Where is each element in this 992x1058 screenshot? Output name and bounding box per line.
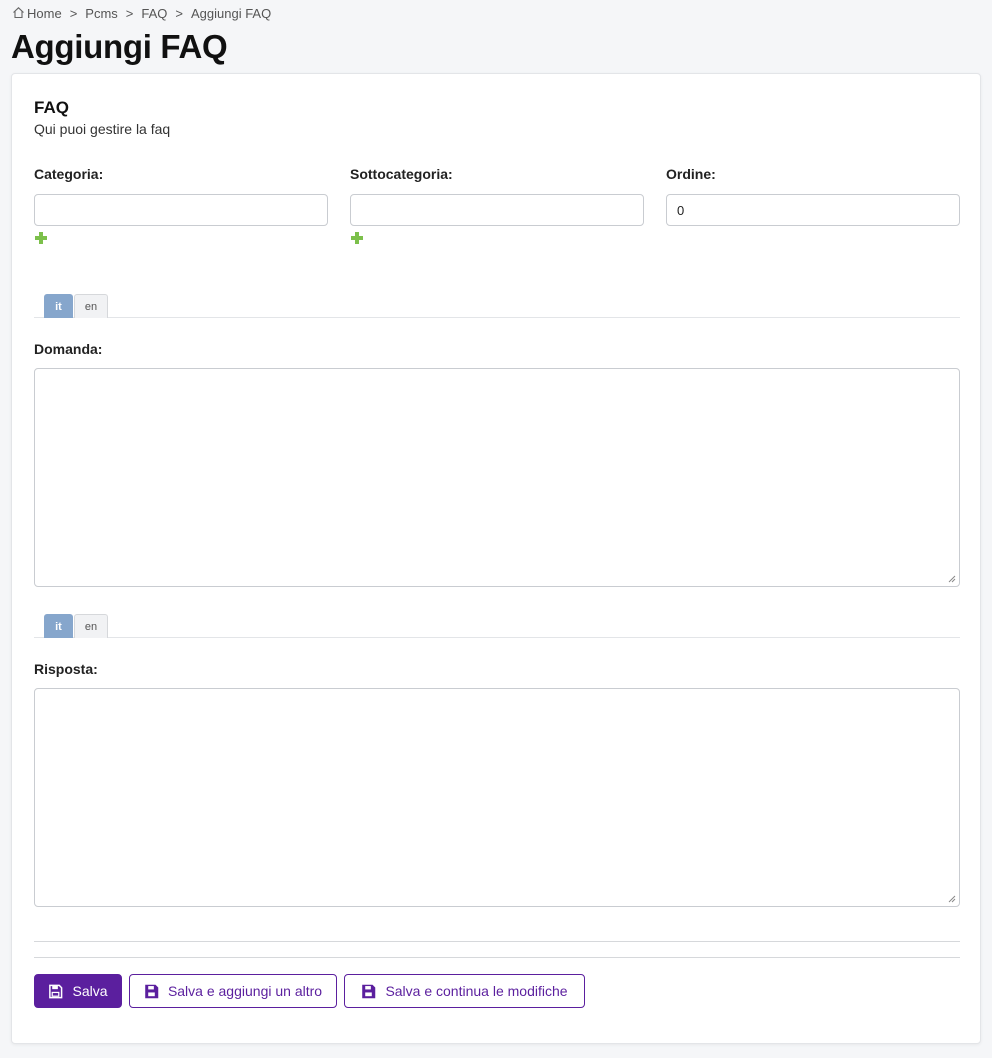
page-title: Aggiungi FAQ — [11, 28, 228, 65]
section-subtitle: Qui puoi gestire la faq — [34, 121, 171, 137]
risposta-language-tabs: it en — [34, 614, 960, 638]
breadcrumb: Home > Pcms > FAQ > Aggiungi FAQ — [12, 6, 271, 21]
divider — [34, 941, 960, 942]
floppy-disk-icon — [145, 984, 159, 998]
sottocategoria-input[interactable] — [350, 194, 644, 226]
save-button[interactable]: Salva — [34, 974, 122, 1008]
domanda-label: Domanda: — [34, 341, 103, 357]
ordine-label: Ordine: — [666, 166, 716, 182]
tab-en[interactable]: en — [74, 294, 108, 318]
ordine-input[interactable] — [666, 194, 960, 226]
resize-grip-icon[interactable] — [948, 895, 956, 903]
breadcrumb-home-label: Home — [27, 6, 62, 21]
add-categoria-plus-icon[interactable] — [35, 232, 47, 244]
save-and-continue-button[interactable]: Salva e continua le modifiche — [344, 974, 585, 1008]
breadcrumb-current: Aggiungi FAQ — [190, 6, 272, 21]
save-and-add-another-button[interactable]: Salva e aggiungi un altro — [129, 974, 337, 1008]
floppy-disk-icon — [362, 984, 376, 998]
divider — [34, 957, 960, 958]
save-button-label: Salva — [72, 983, 108, 999]
section-title: FAQ — [34, 98, 69, 117]
add-sottocategoria-plus-icon[interactable] — [351, 232, 363, 244]
home-icon — [13, 7, 24, 19]
breadcrumb-separator: > — [69, 6, 78, 21]
domanda-textarea[interactable] — [34, 368, 960, 587]
categoria-label: Categoria: — [34, 166, 104, 182]
tab-it[interactable]: it — [44, 294, 73, 318]
sottocategoria-label: Sottocategoria: — [350, 166, 453, 182]
risposta-label: Risposta: — [34, 661, 98, 677]
resize-grip-icon[interactable] — [948, 575, 956, 583]
save-and-add-another-label: Salva e aggiungi un altro — [167, 983, 323, 999]
breadcrumb-separator: > — [175, 6, 183, 21]
tab-it[interactable]: it — [44, 614, 73, 638]
risposta-textarea[interactable] — [34, 688, 960, 907]
tab-en[interactable]: en — [74, 614, 108, 638]
breadcrumb-home[interactable]: Home — [12, 6, 62, 21]
floppy-disk-icon — [49, 984, 63, 998]
breadcrumb-faq[interactable]: FAQ — [141, 6, 167, 21]
domanda-language-tabs: it en — [34, 294, 960, 318]
categoria-input[interactable] — [34, 194, 328, 226]
breadcrumb-separator: > — [125, 6, 134, 21]
form-card: FAQ Qui puoi gestire la faq Categoria: S… — [11, 73, 981, 1044]
breadcrumb-pcms[interactable]: Pcms — [85, 6, 118, 21]
save-and-continue-label: Salva e continua le modifiche — [385, 983, 568, 999]
